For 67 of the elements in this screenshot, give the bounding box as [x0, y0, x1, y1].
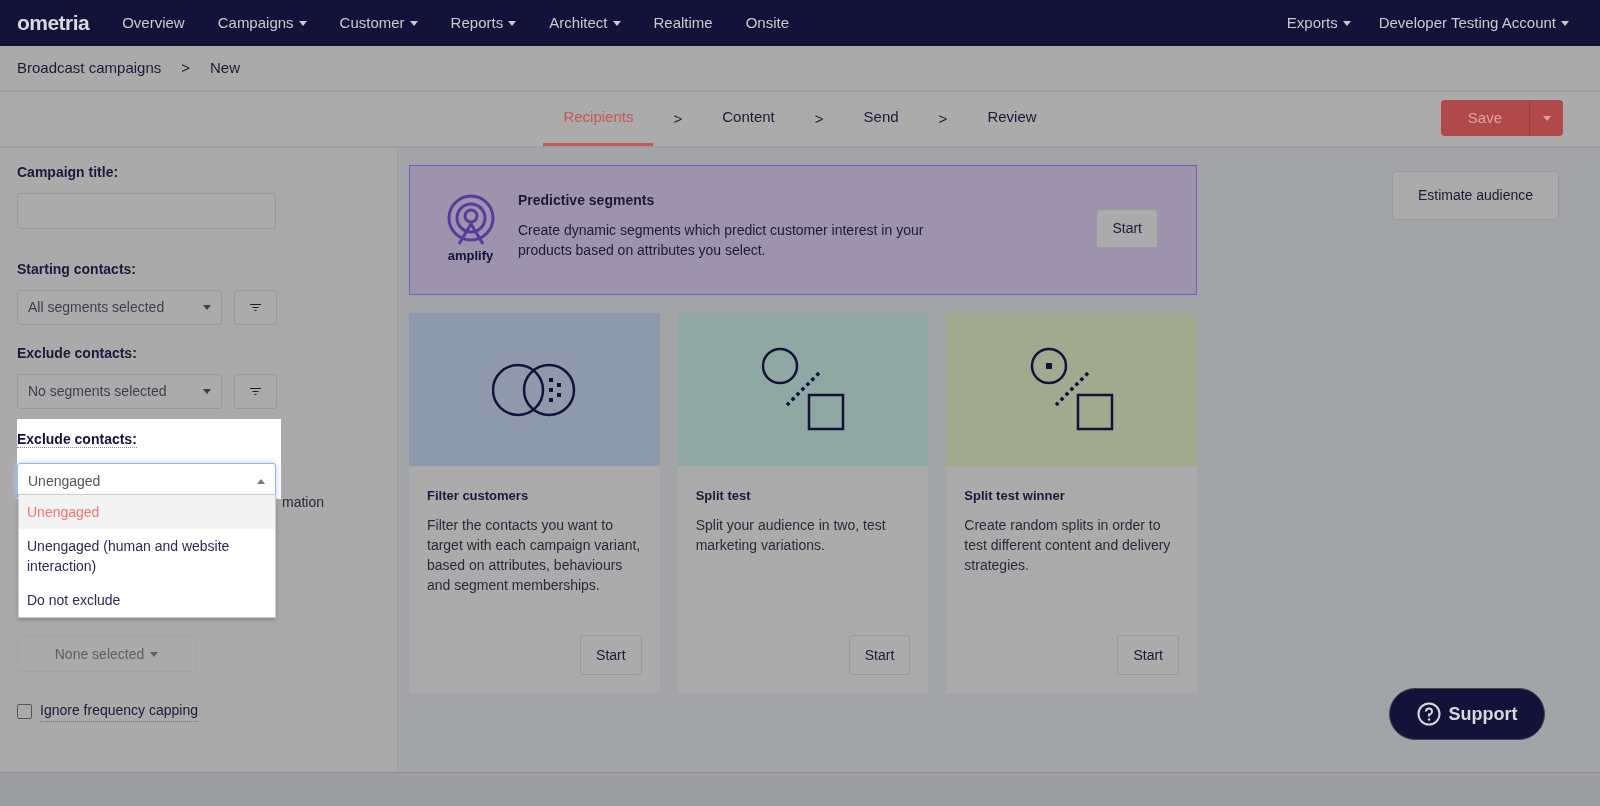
nav-menu-item[interactable]: Customer — [339, 11, 418, 35]
field-label: Campaign title: — [17, 163, 120, 182]
circle-and-square-icon — [761, 346, 845, 433]
step-tab[interactable]: Content — [702, 92, 795, 146]
field-label: Exclude contacts: — [17, 344, 138, 363]
nav-menu-item[interactable]: Onsite — [745, 11, 790, 35]
start-button[interactable]: Start — [848, 635, 911, 675]
estimate-audience-button[interactable]: Estimate audience — [1392, 171, 1559, 220]
breadcrumb-item[interactable]: Broadcast campaigns — [17, 56, 162, 80]
nav-menu-item[interactable]: Exports — [1286, 11, 1351, 35]
nav-menu-item[interactable]: Architect — [549, 11, 621, 35]
field-label: Starting contacts: — [17, 260, 137, 279]
step-separator: > — [937, 108, 949, 129]
filter-icon — [250, 388, 261, 395]
card-title: Split test — [695, 487, 752, 505]
nav-menu-item[interactable]: Realtime — [653, 11, 713, 35]
card-description: Filter the contacts you want to target with each campaign variant, based on attributes, behaviours and segment memberships. — [427, 515, 642, 595]
support-button[interactable]: Support — [1389, 688, 1545, 740]
campaign-select: None selected — [17, 636, 196, 672]
nav-menu-item[interactable]: Overview — [122, 11, 185, 35]
start-button[interactable]: Start — [1117, 635, 1179, 675]
filter-button[interactable] — [234, 290, 277, 325]
breadcrumb-item[interactable]: New — [210, 56, 241, 80]
start-button[interactable]: Start — [1096, 208, 1158, 248]
caret-icon — [203, 305, 211, 310]
dropdown-option[interactable]: Do not exclude — [19, 583, 275, 617]
option-label: mation — [282, 493, 325, 512]
help-icon — [1416, 702, 1441, 726]
caret-icon — [150, 651, 159, 657]
step-separator: > — [813, 108, 825, 129]
logo[interactable]: ometria — [17, 7, 90, 39]
breadcrumb-separator: > — [181, 57, 190, 78]
banner-title: Predictive segments — [518, 191, 656, 210]
segment-select[interactable]: No segments selected — [17, 374, 222, 409]
overlapping-circles-icon — [492, 362, 577, 417]
filter-button[interactable] — [234, 374, 277, 409]
caret-icon — [1561, 20, 1569, 26]
segment-select[interactable]: All segments selected — [17, 290, 222, 325]
dropdown-option[interactable]: Unengaged (human and website interaction) — [19, 529, 275, 583]
checkbox[interactable] — [17, 703, 32, 719]
caret-icon — [1342, 20, 1351, 26]
dotted-circle-and-square-icon — [1029, 346, 1114, 433]
checkbox-label[interactable]: Ignore frequency capping — [40, 700, 198, 722]
caret-icon — [298, 20, 307, 26]
card-description: Split your audience in two, test marketing variations. — [695, 515, 887, 555]
card-title: Split test winner — [964, 487, 1066, 505]
caret-icon — [409, 20, 418, 26]
amplify-logo: amplify — [447, 247, 494, 266]
target-person-icon — [445, 194, 496, 247]
card-description: Create random splits in order to test different content and delivery strategies. — [964, 515, 1172, 575]
step-tab[interactable]: Review — [967, 92, 1057, 146]
step-separator: > — [672, 108, 684, 129]
start-button[interactable]: Start — [580, 635, 642, 675]
nav-menu-item[interactable]: Developer Testing Account — [1378, 11, 1569, 35]
caret-icon — [257, 478, 265, 484]
caret-icon — [1542, 115, 1551, 121]
caret-icon — [203, 389, 211, 394]
caret-icon — [612, 20, 621, 26]
filter-icon — [250, 304, 261, 311]
field-label: Exclude contacts: — [17, 431, 137, 448]
nav-menu-item[interactable]: Campaigns — [217, 11, 307, 35]
save-options-button[interactable] — [1529, 100, 1563, 136]
card-title: Filter customers — [427, 487, 530, 505]
step-tab[interactable]: Send — [843, 92, 919, 146]
caret-icon — [508, 20, 517, 26]
nav-menu-item[interactable]: Reports — [450, 11, 517, 35]
banner-description: Create dynamic segments which predict customer interest in your products based on attributes you select. — [518, 221, 925, 260]
